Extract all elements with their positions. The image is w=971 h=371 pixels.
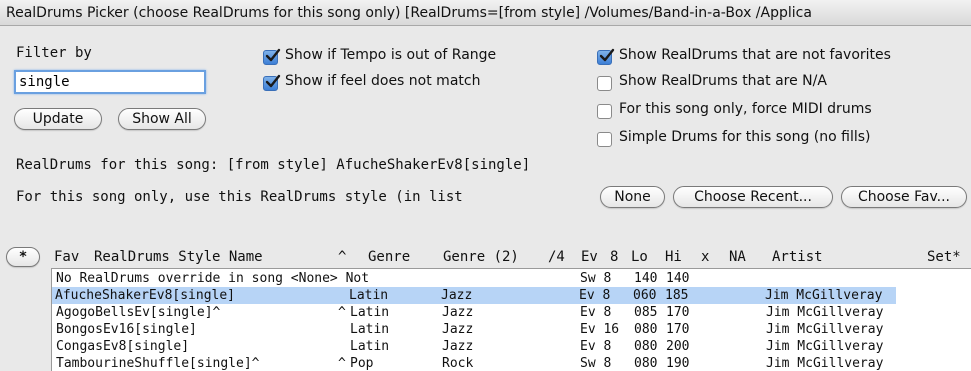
col-header-fav[interactable]: Fav [54,249,79,265]
table-row[interactable]: AgogoBellsEv[single]^ ^ Latin Jazz Ev 8 085 17… [52,304,971,321]
col-header-caret[interactable]: ^ [338,249,346,265]
tempo-out-of-range-checkbox[interactable] [263,48,281,65]
col-header-x[interactable]: x [701,249,709,265]
cell-caret: ^ [338,356,346,371]
cell-artist: Jim McGillveray [766,322,884,337]
cell-genre: Latin [350,322,390,337]
cell-hi: 190 [666,356,690,371]
cell-name: AgogoBellsEv[single]^ [56,305,221,320]
cell-name: No RealDrums override in song <None> Not [56,271,370,286]
filter-input[interactable] [14,70,206,94]
cell-genre2: Rock [442,356,474,371]
cell-artist: Jim McGillveray [766,356,884,371]
table-row[interactable]: BongosEv16[single] Latin Jazz Ev 16 080 170 Ji… [52,321,971,338]
cell-artist: Jim McGillveray [766,305,884,320]
cell-feel: Sw 8 [580,271,612,286]
cell-lo: 060 [633,288,657,303]
col-header-genre2[interactable]: Genre (2) [443,249,519,265]
filter-label: Filter by [16,45,92,61]
cell-hi: 200 [666,339,690,354]
tempo-out-of-range-label: Show if Tempo is out of Range [285,47,497,63]
choose-recent-button[interactable]: Choose Recent... [673,186,833,208]
cell-name: BongosEv16[single] [56,322,197,337]
col-header-time[interactable]: /4 [548,249,565,265]
cell-genre2: Jazz [441,288,473,303]
table-row[interactable]: TambourineShuffle[single]^ ^ Pop Rock Sw 8 08… [52,355,971,371]
show-all-button[interactable]: Show All [118,108,206,130]
realdrums-list[interactable]: No RealDrums override in song <None> Not… [51,268,971,371]
col-header-hi[interactable]: Hi [665,249,682,265]
cell-hi: 185 [665,288,689,303]
cell-lo: 140 [634,271,658,286]
update-button[interactable]: Update [14,108,102,130]
window-title: RealDrums Picker (choose RealDrums for t… [0,0,971,26]
cell-genre: Latin [350,305,390,320]
col-header-lo[interactable]: Lo [631,249,648,265]
na-checkbox[interactable] [597,76,612,91]
cell-genre2: Jazz [442,322,474,337]
cell-lo: 080 [634,339,658,354]
current-realdrums-text: RealDrums for this song: [from style] Af… [16,157,531,173]
cell-feel: Ev 16 [580,322,620,337]
col-header-ev[interactable]: Ev [581,249,598,265]
col-header-na[interactable]: NA [729,249,746,265]
table-row[interactable]: AfucheShakerEv8[single] Latin Jazz Ev 8 060 1… [52,287,896,304]
use-style-text: For this song only, use this RealDrums s… [16,189,463,205]
feel-not-match-label: Show if feel does not match [285,73,481,89]
cell-genre: Latin [349,288,389,303]
cell-artist: Jim McGillveray [765,288,883,303]
cell-lo: 080 [634,356,658,371]
cell-hi: 170 [666,322,690,337]
cell-name: AfucheShakerEv8[single] [55,288,236,303]
col-header-genre[interactable]: Genre [368,249,410,265]
cell-hi: 170 [666,305,690,320]
feel-not-match-checkbox[interactable] [263,74,281,91]
table-row[interactable]: CongasEv8[single] Latin Jazz Ev 8 080 200 Jim … [52,338,971,355]
cell-artist: Jim McGillveray [766,339,884,354]
cell-feel: Ev 8 [580,339,612,354]
na-label: Show RealDrums that are N/A [619,73,827,89]
cell-lo: 085 [634,305,658,320]
cell-genre2: Jazz [442,305,474,320]
cell-caret: ^ [338,305,346,320]
cell-genre: Latin [350,339,390,354]
col-header-eight[interactable]: 8 [610,249,618,265]
cell-genre: Pop [350,356,374,371]
col-header-set[interactable]: Set* [927,249,961,265]
cell-name: TambourineShuffle[single]^ [56,356,260,371]
cell-hi: 140 [666,271,690,286]
force-midi-label: For this song only, force MIDI drums [619,101,872,117]
not-favorites-label: Show RealDrums that are not favorites [619,47,891,63]
simple-drums-label: Simple Drums for this song (no fills) [619,129,871,145]
star-button[interactable]: * [6,247,40,267]
cell-feel: Ev 8 [580,305,612,320]
cell-feel: Sw 8 [580,356,612,371]
cell-lo: 080 [634,322,658,337]
force-midi-checkbox[interactable] [597,104,612,119]
cell-feel: Ev 8 [579,288,611,303]
cell-genre2: Jazz [442,339,474,354]
choose-fav-button[interactable]: Choose Fav... [841,186,967,208]
simple-drums-checkbox[interactable] [597,132,612,147]
cell-name: CongasEv8[single] [56,339,190,354]
col-header-artist[interactable]: Artist [772,249,823,265]
col-header-name[interactable]: RealDrums Style Name [94,249,263,265]
none-button[interactable]: None [600,186,665,208]
not-favorites-checkbox[interactable] [597,48,615,65]
table-row[interactable]: No RealDrums override in song <None> Not… [52,270,971,287]
